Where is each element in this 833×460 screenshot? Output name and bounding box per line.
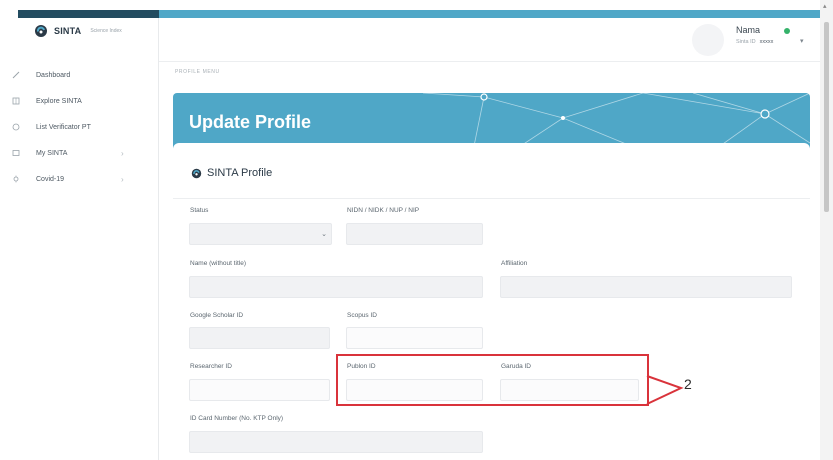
badge-icon <box>12 123 36 131</box>
researcher-id-label: Researcher ID <box>190 363 232 370</box>
app-window: SINTA Science Index Dashboard Explore SI… <box>0 0 833 460</box>
scopus-label: Scopus ID <box>347 312 377 319</box>
chevron-down-icon[interactable]: ▾ <box>800 37 804 45</box>
pencil-icon <box>12 71 36 79</box>
sidebar-item-label: Explore SINTA <box>36 97 82 105</box>
list-icon <box>12 149 36 157</box>
sinta-logo-icon <box>35 25 47 37</box>
scrollbar[interactable]: ▴ <box>820 0 833 460</box>
brand-tagline: Science Index <box>90 28 122 34</box>
sidebar-item-list-verificator[interactable]: List Verificator PT <box>0 114 141 140</box>
annotation-callout-arrow <box>646 375 684 405</box>
name-field[interactable] <box>189 276 483 298</box>
chevron-down-icon: ⌄ <box>321 231 327 238</box>
user-sinta-id: Sinta ID xxxxx <box>736 39 774 45</box>
affiliation-field[interactable] <box>500 276 792 298</box>
top-strip-left <box>18 10 159 18</box>
chevron-right-icon: › <box>121 148 124 158</box>
sidebar-item-my-sinta[interactable]: My SINTA › <box>0 140 141 166</box>
page-title: Update Profile <box>189 112 312 132</box>
top-strip-right <box>159 10 820 18</box>
brand-logo[interactable]: SINTA Science Index <box>34 20 122 42</box>
avatar[interactable] <box>692 24 724 56</box>
virus-icon <box>12 175 36 183</box>
google-scholar-label: Google Scholar ID <box>190 312 244 319</box>
nidn-label: NIDN / NIDK / NUP / NIP <box>347 207 420 214</box>
sidebar-item-explore-sinta[interactable]: Explore SINTA <box>0 88 141 114</box>
card-title-text: SINTA Profile <box>207 167 273 179</box>
id-card-label: ID Card Number (No. KTP Only) <box>190 415 284 422</box>
sidebar-item-label: Covid-19 <box>36 175 65 183</box>
sinta-logo-icon <box>191 168 202 178</box>
sidebar-item-dashboard[interactable]: Dashboard <box>0 62 141 88</box>
brand-name: SINTA <box>54 26 82 36</box>
sidebar-item-label: Dashboard <box>36 71 71 79</box>
book-icon <box>12 97 36 105</box>
affiliation-label: Affiliation <box>501 260 528 267</box>
nidn-field[interactable] <box>346 223 483 245</box>
sidebar-item-label: My SINTA <box>36 149 68 157</box>
id-card-field[interactable] <box>189 431 483 453</box>
scopus-field[interactable] <box>346 327 483 349</box>
scroll-up-icon[interactable]: ▴ <box>823 2 827 10</box>
google-scholar-field[interactable] <box>189 327 330 349</box>
annotation-number: 2 <box>684 376 692 392</box>
top-header: Nama Sinta ID xxxxx ▾ <box>159 18 820 62</box>
status-label: Status <box>190 207 209 214</box>
breadcrumb: PROFILE MENU <box>175 69 220 75</box>
online-status-dot <box>784 28 790 34</box>
divider <box>173 198 810 199</box>
user-name[interactable]: Nama <box>736 25 760 35</box>
sidebar-item-covid[interactable]: Covid-19 › <box>0 166 141 192</box>
status-select[interactable]: ⌄ <box>189 223 332 245</box>
profile-form-card: SINTA Profile <box>173 143 810 460</box>
name-label: Name (without title) <box>190 260 246 267</box>
scrollbar-thumb[interactable] <box>824 22 829 212</box>
card-title: SINTA Profile <box>191 167 272 179</box>
sidebar-item-label: List Verificator PT <box>36 123 91 131</box>
annotation-highlight-box <box>336 354 649 406</box>
chevron-right-icon: › <box>121 174 124 184</box>
researcher-id-field[interactable] <box>189 379 330 401</box>
